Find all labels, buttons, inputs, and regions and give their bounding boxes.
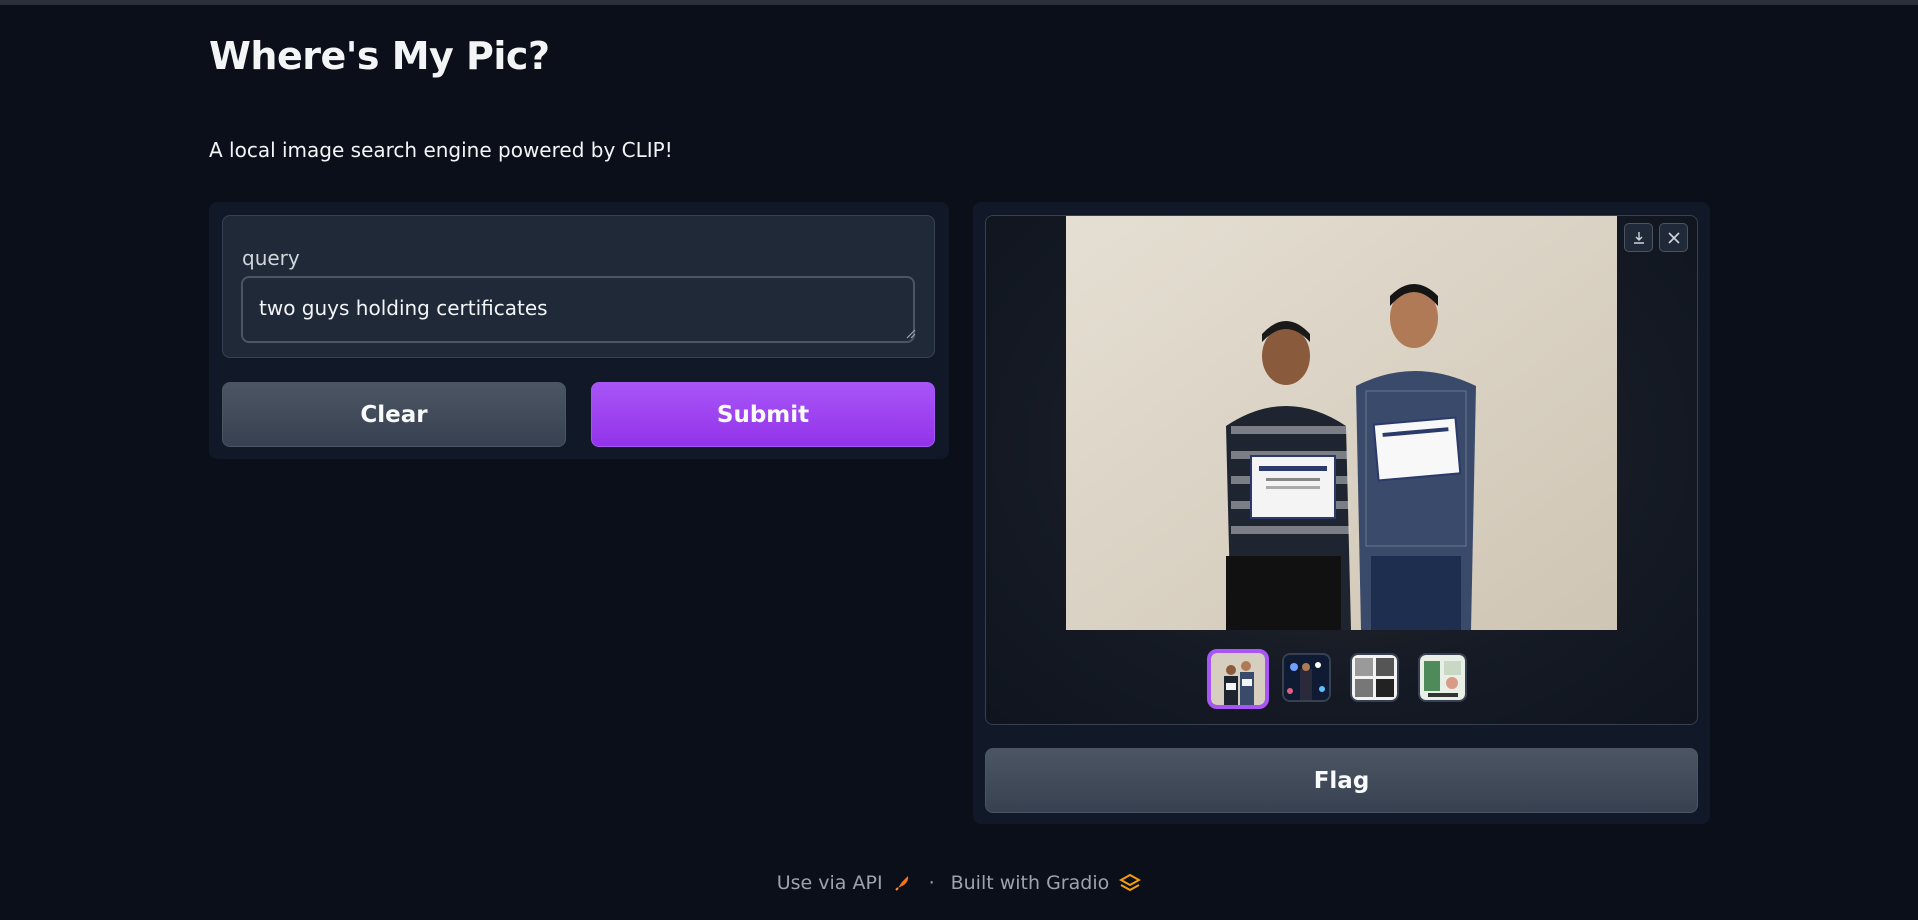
built-with-gradio-link[interactable]: Built with Gradio	[951, 872, 1110, 894]
thumbnail-1[interactable]	[1207, 649, 1269, 709]
query-field-block: query two guys holding certificates	[222, 215, 935, 358]
submit-button[interactable]: Submit	[591, 382, 935, 447]
footer: Use via API · Built with Gradio	[0, 868, 1918, 898]
rocket-icon	[894, 876, 908, 891]
use-via-api-label: Use via API	[776, 872, 883, 894]
use-via-api-link[interactable]: Use via API	[777, 872, 883, 894]
thumbnail-image	[1352, 655, 1397, 700]
thumbnail-image	[1211, 653, 1265, 705]
gradio-logo-icon	[1119, 873, 1142, 892]
footer-separator: ·	[928, 872, 935, 894]
selected-result-image[interactable]	[1066, 216, 1617, 630]
clear-button[interactable]: Clear	[222, 382, 566, 447]
thumbnail-2[interactable]	[1282, 653, 1331, 702]
download-button[interactable]	[1624, 223, 1653, 252]
page-title: Where's My Pic?	[209, 34, 550, 78]
thumbnail-4[interactable]	[1418, 653, 1467, 702]
close-icon	[1667, 231, 1680, 244]
query-input[interactable]: two guys holding certificates	[241, 276, 915, 343]
thumbnail-strip	[1207, 649, 1482, 711]
photo-two-people-certificates	[1066, 216, 1617, 630]
resize-grip-icon[interactable]	[906, 329, 916, 339]
close-gallery-button[interactable]	[1659, 223, 1688, 252]
built-with-gradio-label: Built with Gradio	[950, 872, 1110, 894]
input-panel: query two guys holding certificates Clea…	[209, 202, 949, 459]
image-gallery	[985, 215, 1698, 725]
flag-button[interactable]: Flag	[985, 748, 1698, 813]
top-divider	[0, 0, 1918, 5]
output-panel: Flag	[973, 202, 1710, 824]
thumbnail-image	[1420, 655, 1465, 700]
download-icon	[1633, 231, 1644, 244]
thumbnail-3[interactable]	[1350, 653, 1399, 702]
page-description: A local image search engine powered by C…	[209, 138, 673, 162]
thumbnail-image	[1284, 655, 1329, 700]
query-label: query	[242, 246, 300, 270]
